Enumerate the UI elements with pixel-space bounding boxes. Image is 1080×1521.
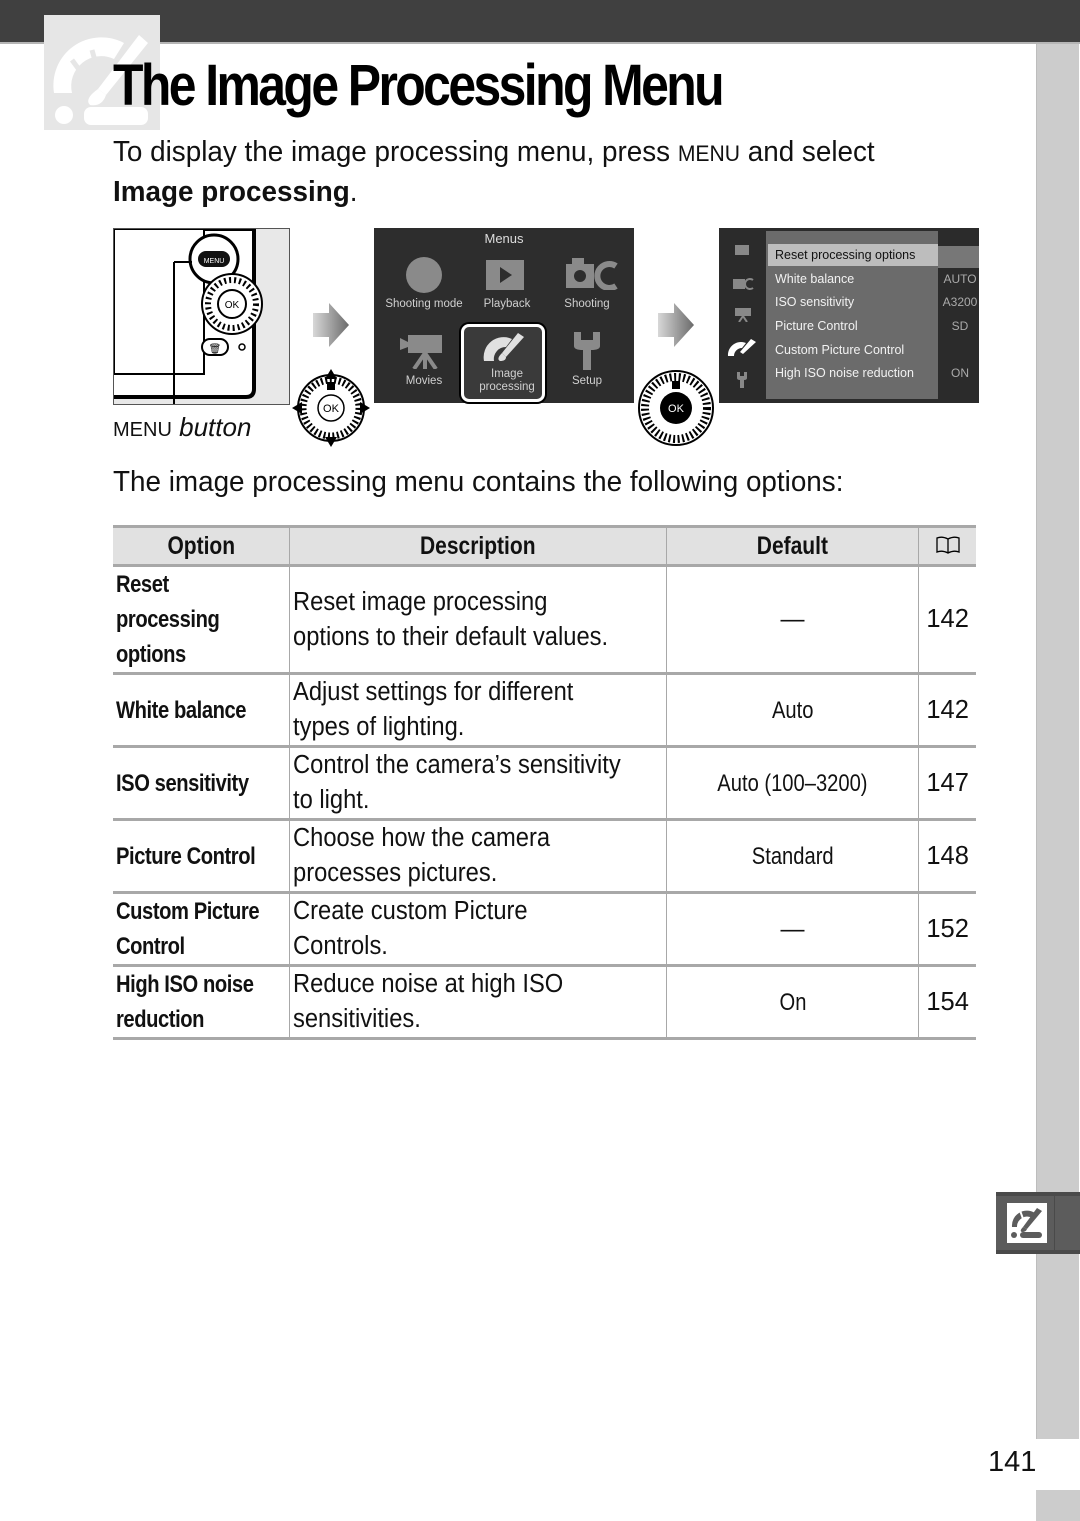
page-title: The Image Processing Menu (113, 53, 725, 118)
shooting-mode-dial-icon (406, 257, 442, 293)
svg-text:🗑: 🗑 (209, 343, 222, 355)
svg-text:OK: OK (225, 300, 240, 311)
tab-separator (1054, 1196, 1055, 1250)
option-default: On (665, 965, 919, 1040)
screen-title: Menus (484, 231, 524, 246)
setup-tab-icon (737, 372, 747, 388)
menus-screen: Menus Shooting mode Playback Shooting Mo… (374, 228, 634, 403)
menu-row-high-iso-nr: High ISO noise reduction (775, 366, 914, 380)
playback-tab-icon (735, 245, 749, 255)
table-row: High ISO noise reduction Reduce noise at … (113, 965, 976, 1040)
intro-text: To display the image processing menu, pr… (113, 136, 678, 168)
option-description: Reduce noise at high ISO sensitivities. (289, 965, 667, 1040)
option-name: Reset processing options (113, 565, 290, 675)
book-icon (936, 536, 960, 554)
option-name: ISO sensitivity (113, 746, 290, 821)
chapter-side-strip-bottom (1036, 1490, 1080, 1521)
option-page-link[interactable]: 142 (918, 565, 976, 675)
intro-text-after: and select (740, 136, 875, 168)
image-processing-icon (1007, 1203, 1047, 1243)
movie-tab-icon (735, 308, 751, 322)
menu-button-caption: MENU button (113, 412, 251, 443)
table-row: Picture Control Choose how the camera pro… (113, 819, 976, 894)
menu-key-label: MENU (677, 141, 741, 166)
movie-camera-icon (400, 335, 442, 369)
table-row: ISO sensitivity Control the camera’s sen… (113, 746, 976, 821)
option-page-link[interactable]: 142 (918, 673, 976, 748)
option-page-link[interactable]: 147 (918, 746, 976, 821)
menu-item-playback: Playback (483, 298, 531, 310)
option-description: Adjust settings for different types of li… (289, 673, 667, 748)
table-row: White balance Adjust settings for differ… (113, 673, 976, 748)
table-row: Reset processing options Reset image proce… (113, 565, 976, 675)
image-processing-tab-icon (727, 339, 756, 356)
menu-row-value: SD (951, 319, 969, 333)
table-intro: The image processing menu contains the f… (113, 466, 844, 498)
option-page-link[interactable]: 152 (918, 892, 976, 967)
option-description: Reset image processing options to their d… (289, 565, 667, 675)
menu-row-custom-picture-control: Custom Picture Control (775, 343, 905, 357)
menu-row-picture-control: Picture Control (775, 319, 858, 333)
wrench-icon (574, 332, 600, 370)
arrow-right-icon (658, 303, 694, 347)
shooting-camera-icon (566, 258, 618, 290)
menu-item-movies: Movies (405, 375, 443, 387)
option-name: High ISO noise reduction (113, 965, 290, 1040)
option-name: Custom Picture Control (113, 892, 290, 967)
option-description: Choose how the camera processes pictures. (289, 819, 667, 894)
playback-icon (486, 260, 524, 290)
menu-row-value: AUTO (943, 272, 977, 286)
image-processing-menu-screen: Reset processing options White balance A… (719, 228, 979, 403)
option-default: — (665, 892, 919, 967)
option-default: Standard (665, 819, 919, 894)
menu-item-setup: Setup (571, 375, 603, 387)
table-header-row: Option Description Default (113, 525, 976, 567)
option-description: Control the camera’s sensitivity to light… (289, 746, 667, 821)
chapter-tab-image-processing[interactable] (996, 1192, 1080, 1254)
option-default: Auto (100–3200) (665, 746, 919, 821)
image-processing-icon (483, 333, 524, 361)
menu-row-white-balance: White balance (775, 272, 855, 286)
header-option: Option (113, 525, 290, 567)
svg-text:MENU: MENU (204, 258, 225, 265)
shooting-tab-icon (733, 278, 754, 290)
header-page-ref (918, 525, 976, 567)
header-default: Default (665, 525, 919, 567)
option-name: White balance (113, 673, 290, 748)
menu-key-label: MENU (113, 419, 172, 441)
dial-ok-label: OK (323, 403, 340, 415)
menu-item-shooting: Shooting (564, 298, 610, 310)
intro-paragraph: To display the image processing menu, pr… (113, 133, 948, 212)
dial-ok-label: OK (668, 403, 685, 415)
menu-item-shooting-mode: Shooting mode (385, 298, 463, 310)
highlight-extension (938, 246, 979, 268)
button-caption-text: button (171, 412, 252, 442)
options-table: Option Description Default Reset processi… (113, 525, 976, 1040)
header-bar (0, 0, 1080, 44)
option-default: — (665, 565, 919, 675)
camera-back-illustration: MENU OK 🗑 (113, 228, 290, 405)
menu-row-value: A3200 (942, 295, 978, 309)
option-name: Picture Control (113, 819, 290, 894)
menu-selection: Image processing (113, 176, 350, 208)
menu-row-value: ON (951, 366, 969, 380)
menu-row-reset-processing-options: Reset processing options (768, 244, 938, 266)
table-row: Custom Picture Control Create custom Pict… (113, 892, 976, 967)
option-description: Create custom Picture Controls. (289, 892, 667, 967)
option-default: Auto (665, 673, 919, 748)
multi-selector-dial-pressed-icon: OK (638, 370, 714, 446)
option-page-link[interactable]: 148 (918, 819, 976, 894)
page-number: 141 (988, 1446, 1037, 1478)
arrow-right-icon (313, 303, 349, 347)
menu-row-iso-sensitivity: ISO sensitivity (775, 295, 855, 309)
intro-end: . (349, 176, 358, 208)
menu-item-image-processing: Image processing (479, 368, 535, 393)
header-description: Description (289, 525, 667, 567)
option-page-link[interactable]: 154 (918, 965, 976, 1040)
multi-selector-dial-icon: OK (292, 369, 370, 447)
